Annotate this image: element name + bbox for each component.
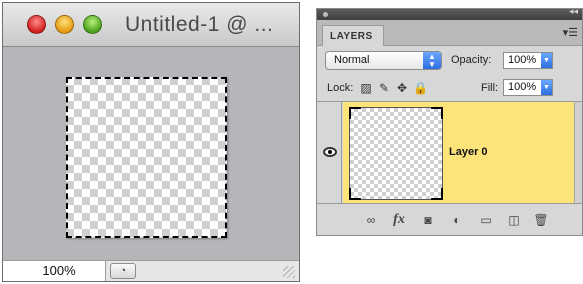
panel-dragbar[interactable]: ◂◂ [317,9,582,20]
layers-scrollbar[interactable] [574,102,582,205]
collapse-arrows-icon[interactable]: ◂◂ [569,9,578,17]
opacity-label: Opacity: [451,54,492,66]
panel-footer: ∞ fx ◙ ◐ ▭ ◫ 🗑 [317,203,582,235]
lock-transparency-icon[interactable]: ▨ [359,81,373,95]
close-button[interactable] [27,15,46,34]
zoom-level-field[interactable]: 100% [3,261,106,281]
folder-icon[interactable]: ▭ [476,212,496,228]
transparent-canvas[interactable] [66,77,227,238]
document-window: Untitled-1 @ ... 100% ◔ [2,2,300,282]
status-menu-button[interactable]: ◔ [110,263,136,279]
fill-label: Fill: [481,82,499,94]
fx-icon[interactable]: fx [389,212,409,228]
layers-list: Layer 0 [317,101,582,205]
layer-row[interactable]: Layer 0 [317,102,582,205]
adjustment-icon[interactable]: ◐ [447,212,467,228]
thumb-corner-bl [349,188,361,200]
fill-value: 100% [508,81,537,93]
new-layer-icon[interactable]: ◫ [504,212,524,228]
panel-close-icon[interactable] [323,12,328,17]
opacity-field[interactable]: 100% ▼ [503,52,553,69]
tab-layers[interactable]: LAYERS [322,25,384,46]
resize-grip-icon[interactable] [283,266,295,278]
opacity-dropdown-icon[interactable]: ▼ [541,53,552,68]
lock-all-icon[interactable]: 🔒 [413,81,428,95]
lock-label: Lock: [327,82,354,94]
panel-tab-row: LAYERS ▾☰ [317,20,582,46]
layer-thumbnail[interactable] [349,107,443,200]
thumb-corner-br [431,188,443,200]
link-icon[interactable]: ∞ [361,212,381,228]
panel-menu-icon[interactable]: ▾☰ [563,26,578,39]
document-title: Untitled-1 @ ... [125,13,274,36]
layers-panel: ◂◂ LAYERS ▾☰ Normal ▲ ▼ Opacity: 100% ▼ L… [316,8,583,236]
selected-layer-highlight[interactable]: Layer 0 [343,102,576,205]
blend-mode-select[interactable]: Normal ▲ ▼ [325,51,442,70]
lock-row: Lock: ▨ ✎ ✥ 🔒 Fill: 100% ▼ [317,77,582,101]
selection-marquee [66,77,227,238]
thumb-corner-tr [431,107,443,119]
mask-icon[interactable]: ◙ [418,212,438,228]
canvas-area[interactable] [3,48,299,263]
lock-position-move-icon[interactable]: ✥ [395,81,409,95]
document-titlebar[interactable]: Untitled-1 @ ... [3,3,299,47]
zoom-button[interactable] [83,15,102,34]
eye-icon[interactable] [323,147,337,157]
blend-mode-value: Normal [334,54,370,66]
visibility-column[interactable] [317,102,342,205]
layer-name[interactable]: Layer 0 [449,146,488,158]
minimize-button[interactable] [55,15,74,34]
thumb-corner-tl [349,107,361,119]
lock-pixels-brush-icon[interactable]: ✎ [377,81,391,95]
opacity-value: 100% [508,54,537,66]
fill-field[interactable]: 100% ▼ [503,79,553,96]
fill-dropdown-icon[interactable]: ▼ [541,80,552,95]
trash-icon[interactable]: 🗑 [531,212,551,228]
document-statusbar: 100% ◔ [3,260,299,281]
select-arrows-icon: ▲ ▼ [423,52,441,69]
